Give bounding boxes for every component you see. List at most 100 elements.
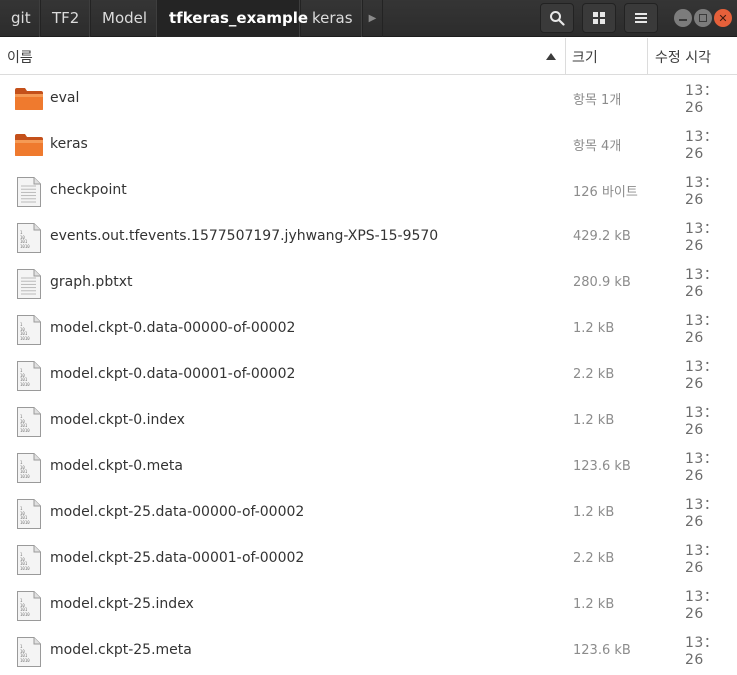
file-row[interactable]: checkpoint 126 바이트 13：26	[0, 167, 737, 213]
binary-file-icon: 1 10 101 1010	[17, 499, 41, 529]
file-name: events.out.tfevents.1577507197.jyhwang-X…	[50, 228, 439, 244]
file-modified-time: 13：26	[685, 589, 719, 622]
column-size-header[interactable]: 크기	[572, 38, 598, 75]
file-row[interactable]: 1 10 101 1010 model.ckpt-0.meta 123.6 kB 13：26	[0, 443, 737, 489]
text-file-icon	[17, 269, 41, 299]
file-size: 280.9 kB	[573, 274, 631, 290]
maximize-button[interactable]	[694, 9, 712, 27]
file-size: 126 바이트	[573, 184, 638, 200]
file-size: 123.6 kB	[573, 458, 631, 474]
binary-digit-line: 1010	[20, 243, 30, 249]
breadcrumb-model[interactable]: Model	[91, 0, 158, 37]
binary-digits: 1 10 101 1010	[20, 598, 30, 617]
binary-digit-line: 1010	[20, 519, 30, 525]
file-row[interactable]: graph.pbtxt 280.9 kB 13：26	[0, 259, 737, 305]
minimize-button[interactable]	[674, 9, 692, 27]
breadcrumb-git[interactable]: git	[0, 0, 41, 37]
file-size: 123.6 kB	[573, 642, 631, 658]
file-size: 2.2 kB	[573, 366, 615, 382]
file-name: model.ckpt-25.meta	[50, 642, 192, 658]
breadcrumb-tf2[interactable]: TF2	[41, 0, 91, 37]
binary-digits: 1 10 101 1010	[20, 644, 30, 663]
file-modified-time: 13：26	[685, 267, 719, 300]
file-size: 항목 1개	[573, 92, 622, 108]
binary-file-icon: 1 10 101 1010	[17, 453, 41, 483]
breadcrumb-scroll-right-icon[interactable]: ▶	[363, 0, 383, 37]
file-modified-time: 13：26	[685, 129, 719, 162]
binary-digits: 1 10 101 1010	[20, 230, 30, 249]
search-button[interactable]	[540, 3, 574, 33]
hamburger-menu-icon	[635, 13, 647, 23]
file-modified-time: 13：26	[685, 221, 719, 254]
file-row[interactable]: 1 10 101 1010 model.ckpt-0.data-00000-of-000…	[0, 305, 737, 351]
file-modified-time: 13：26	[685, 497, 719, 530]
binary-digits: 1 10 101 1010	[20, 414, 30, 433]
file-row[interactable]: 1 10 101 1010 model.ckpt-25.data-00000-of-00…	[0, 489, 737, 535]
file-row[interactable]: 1 10 101 1010 model.ckpt-25.data-00001-of-00…	[0, 535, 737, 581]
file-name: keras	[50, 136, 88, 152]
binary-digit-line: 1010	[20, 611, 30, 617]
file-size: 항목 4개	[573, 138, 622, 154]
file-name: model.ckpt-0.data-00000-of-00002	[50, 320, 296, 336]
binary-file-icon: 1 10 101 1010	[17, 223, 41, 253]
file-name: graph.pbtxt	[50, 274, 133, 290]
binary-digits: 1 10 101 1010	[20, 368, 30, 387]
binary-file-icon: 1 10 101 1010	[17, 591, 41, 621]
folder-row[interactable]: eval 항목 1개 13：26	[0, 75, 737, 121]
binary-file-icon: 1 10 101 1010	[17, 637, 41, 667]
column-name-header[interactable]: 이름	[7, 38, 33, 75]
column-header: 이름 크기 수정 시각	[0, 38, 737, 75]
file-row[interactable]: 1 10 101 1010 events.out.tfevents.1577507197…	[0, 213, 737, 259]
view-toggle-button[interactable]	[582, 3, 616, 33]
file-size: 2.2 kB	[573, 550, 615, 566]
file-name: model.ckpt-0.meta	[50, 458, 183, 474]
file-modified-time: 13：26	[685, 175, 719, 208]
sort-ascending-icon[interactable]	[546, 53, 556, 60]
file-name: eval	[50, 90, 80, 106]
file-size: 1.2 kB	[573, 504, 615, 520]
binary-file-icon: 1 10 101 1010	[17, 407, 41, 437]
menu-button[interactable]	[624, 3, 658, 33]
binary-file-icon: 1 10 101 1010	[17, 361, 41, 391]
close-icon: ✕	[718, 11, 728, 25]
file-name: model.ckpt-25.data-00001-of-00002	[50, 550, 305, 566]
file-size: 1.2 kB	[573, 320, 615, 336]
file-name: model.ckpt-25.index	[50, 596, 194, 612]
close-button[interactable]: ✕	[714, 9, 732, 27]
column-modified-label: 수정 시각	[655, 49, 711, 66]
column-divider[interactable]	[565, 38, 566, 75]
binary-file-icon: 1 10 101 1010	[17, 315, 41, 345]
file-modified-time: 13：26	[685, 359, 719, 392]
column-modified-header[interactable]: 수정 시각	[655, 38, 711, 75]
binary-digit-line: 1010	[20, 335, 30, 341]
binary-digits: 1 10 101 1010	[20, 322, 30, 341]
minimize-icon	[679, 19, 687, 21]
file-modified-time: 13：26	[685, 405, 719, 438]
binary-digits: 1 10 101 1010	[20, 460, 30, 479]
search-icon	[550, 11, 565, 26]
file-row[interactable]: 1 10 101 1010 model.ckpt-25.meta 123.6 kB 13：2…	[0, 627, 737, 673]
file-size: 429.2 kB	[573, 228, 631, 244]
maximize-icon	[699, 14, 707, 22]
file-name: checkpoint	[50, 182, 127, 198]
file-modified-time: 13：26	[685, 635, 719, 668]
binary-digit-line: 1010	[20, 427, 30, 433]
file-row[interactable]: 1 10 101 1010 model.ckpt-25.index 1.2 kB 13：26	[0, 581, 737, 627]
file-row[interactable]: 1 10 101 1010 model.ckpt-0.data-00001-of-000…	[0, 351, 737, 397]
binary-digit-line: 1010	[20, 473, 30, 479]
binary-digit-line: 1010	[20, 565, 30, 571]
column-name-label: 이름	[7, 49, 33, 66]
file-name: model.ckpt-0.index	[50, 412, 185, 428]
binary-file-icon: 1 10 101 1010	[17, 545, 41, 575]
breadcrumb-tfkeras-example[interactable]: tfkeras_example	[158, 0, 308, 37]
binary-digits: 1 10 101 1010	[20, 552, 30, 571]
file-name: model.ckpt-0.data-00001-of-00002	[50, 366, 296, 382]
folder-row[interactable]: keras 항목 4개 13：26	[0, 121, 737, 167]
grid-view-icon	[593, 12, 605, 24]
column-divider[interactable]	[647, 38, 648, 75]
file-name: model.ckpt-25.data-00000-of-00002	[50, 504, 305, 520]
breadcrumb-keras[interactable]: keras	[301, 0, 363, 37]
file-modified-time: 13：26	[685, 313, 719, 346]
file-row[interactable]: 1 10 101 1010 model.ckpt-0.index 1.2 kB 13：26	[0, 397, 737, 443]
file-modified-time: 13：26	[685, 83, 719, 116]
